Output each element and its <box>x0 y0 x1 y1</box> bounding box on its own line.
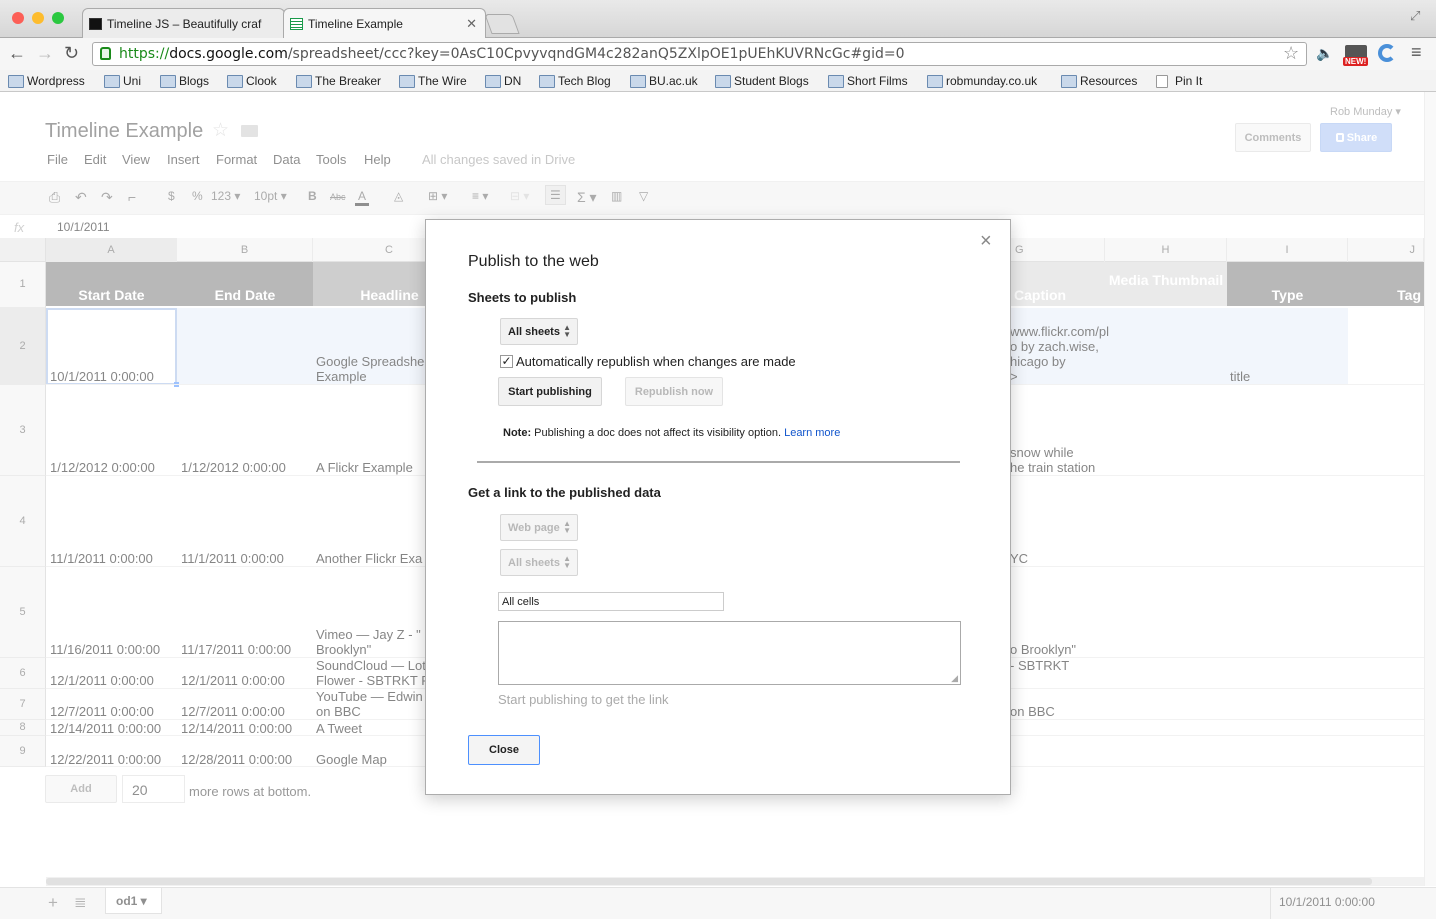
bookmark-the-wire[interactable]: The Wire <box>399 74 467 88</box>
auto-republish-checkbox[interactable]: ✓ <box>500 355 513 368</box>
bookmark-resources[interactable]: Resources <box>1061 74 1137 88</box>
section-sheets-to-publish: Sheets to publish <box>468 290 577 305</box>
bookmark-bu-ac-uk[interactable]: BU.ac.uk <box>630 74 698 88</box>
minimize-window-icon[interactable] <box>32 12 44 24</box>
start-publishing-button[interactable]: Start publishing <box>498 377 602 406</box>
reload-icon[interactable]: ↻ <box>64 43 79 64</box>
bookmark-wordpress[interactable]: Wordpress <box>8 74 85 88</box>
close-icon[interactable]: × <box>980 230 992 253</box>
bookmark-tech-blog[interactable]: Tech Blog <box>539 74 611 88</box>
dialog-title: Publish to the web <box>468 253 599 270</box>
new-badge: NEW! <box>1343 57 1369 66</box>
republish-now-button[interactable]: Republish now <box>625 377 723 406</box>
bookmark-dn[interactable]: DN <box>485 74 521 88</box>
speaker-icon[interactable]: 🔈 <box>1316 45 1333 62</box>
address-bar[interactable]: https://docs.google.com/spreadsheet/ccc?… <box>92 42 1307 66</box>
sheets-select[interactable]: All sheets ▲ ▼ <box>500 318 578 345</box>
bookmark-the-breaker[interactable]: The Breaker <box>296 74 381 88</box>
url-path: /spreadsheet/ccc?key=0AsC10CpvyvqndGM4c2… <box>287 46 905 62</box>
bookmark-star-icon[interactable]: ☆ <box>1283 43 1299 64</box>
select-arrows-icon: ▲ ▼ <box>563 554 571 570</box>
section-get-link: Get a link to the published data <box>468 485 661 500</box>
sync-extension-icon[interactable] <box>1378 44 1396 62</box>
bookmark-clook[interactable]: Clook <box>227 74 277 88</box>
publish-dialog: Publish to the web × Sheets to publish A… <box>425 219 1011 795</box>
menu-icon[interactable]: ≡ <box>1411 42 1422 63</box>
close-window-icon[interactable] <box>12 12 24 24</box>
published-link-textarea[interactable]: ◢ <box>498 621 961 685</box>
learn-more-link[interactable]: Learn more <box>784 427 840 439</box>
tab-label: Timeline JS – Beautifully craf <box>107 17 262 31</box>
bookmark-student-blogs[interactable]: Student Blogs <box>715 74 809 88</box>
lock-icon <box>100 47 111 60</box>
close-tab-icon[interactable]: ✕ <box>466 16 477 32</box>
range-input[interactable]: All cells <box>498 592 724 611</box>
timelinejs-favicon-icon <box>89 18 102 30</box>
close-button[interactable]: Close <box>468 735 540 765</box>
tab-label: Timeline Example <box>308 17 403 31</box>
sheets-select-value: All sheets <box>508 326 560 338</box>
format-select[interactable]: Web page ▲ ▼ <box>500 514 578 541</box>
url-host: docs.google.com <box>169 46 288 62</box>
resize-grip-icon[interactable]: ◢ <box>951 673 958 684</box>
back-icon[interactable]: ← <box>8 43 26 64</box>
select-arrows-icon: ▲ ▼ <box>563 323 571 339</box>
zoom-window-icon[interactable] <box>52 12 64 24</box>
tab-timeline-js[interactable]: Timeline JS – Beautifully craf <box>82 8 285 38</box>
auto-republish-label: Automatically republish when changes are… <box>516 354 796 369</box>
select-arrows-icon: ▲ ▼ <box>563 519 571 535</box>
tab-timeline-example[interactable]: Timeline Example ✕ <box>283 8 486 38</box>
note-body: Publishing a doc does not affect its vis… <box>534 427 782 439</box>
bookmark-short-films[interactable]: Short Films <box>828 74 908 88</box>
note-label: Note: <box>503 427 532 439</box>
link-sheets-select[interactable]: All sheets ▲ ▼ <box>500 549 578 576</box>
sheets-favicon-icon <box>290 18 303 30</box>
link-hint: Start publishing to get the link <box>498 692 669 707</box>
note-text: Note: Publishing a doc does not affect i… <box>503 427 840 439</box>
bookmark-blogs[interactable]: Blogs <box>160 74 209 88</box>
format-select-value: Web page <box>508 522 560 534</box>
link-sheets-select-value: All sheets <box>508 557 560 569</box>
bookmark-uni[interactable]: Uni <box>104 74 141 88</box>
bookmark-pin-it[interactable]: Pin It <box>1156 74 1202 88</box>
dialog-divider <box>477 461 960 463</box>
url-scheme: https:// <box>119 46 170 62</box>
fullscreen-icon[interactable]: ⤢ <box>1410 8 1420 24</box>
bookmark-robmunday[interactable]: robmunday.co.uk <box>927 74 1037 88</box>
forward-icon[interactable]: → <box>36 43 54 64</box>
